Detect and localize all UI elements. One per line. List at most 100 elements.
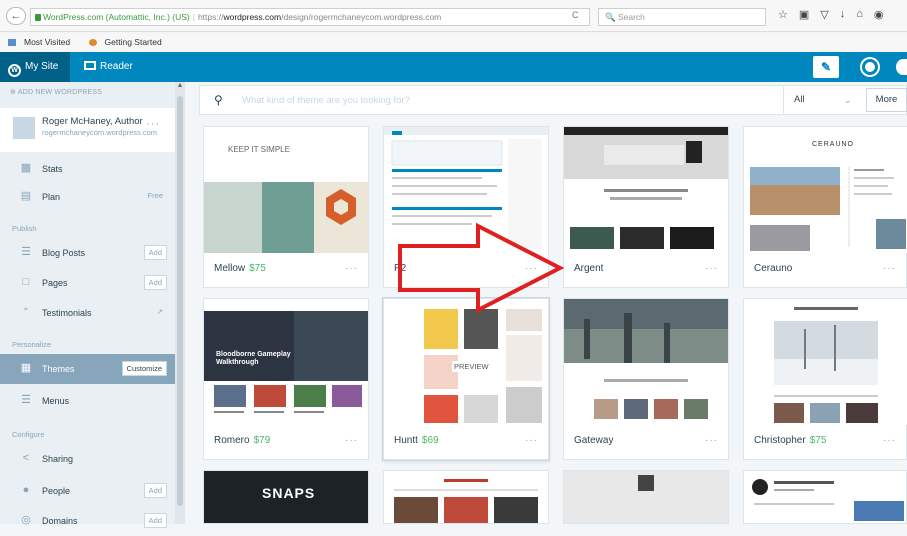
theme-screenshot[interactable]: Bloodborne Gameplay Walkthrough: [204, 299, 368, 425]
site-url: rogermchaneycom.wordpress.com: [42, 128, 158, 137]
download-icon[interactable]: ↓: [840, 8, 846, 21]
plan-badge: Free: [147, 191, 163, 200]
theme-card-christopher[interactable]: Christopher $75 ···: [743, 298, 907, 460]
theme-screenshot[interactable]: [564, 127, 728, 253]
scroll-up-icon[interactable]: ▲: [175, 82, 185, 89]
theme-card-row3-2[interactable]: [383, 470, 549, 524]
customize-button[interactable]: Customize: [121, 361, 167, 376]
p2-preview: [384, 127, 548, 253]
url-host: wordpress.com: [223, 12, 282, 22]
browser-toolbar: ← WordPress.com (Automattic, Inc.) (US) |…: [0, 0, 907, 32]
reload-icon[interactable]: C: [572, 10, 579, 20]
gateway-preview: [564, 299, 728, 425]
theme-card-gateway[interactable]: Gateway ···: [563, 298, 729, 460]
theme-screenshot[interactable]: KEEP IT SIMPLE: [204, 127, 368, 253]
add-people-button[interactable]: Add: [143, 483, 167, 498]
theme-card-row3-4[interactable]: [743, 470, 907, 524]
pocket-icon[interactable]: ▽: [820, 8, 828, 21]
reader-tab[interactable]: Reader: [76, 52, 141, 82]
sidebar-item-pages[interactable]: □ Pages Add: [0, 268, 175, 298]
home-icon[interactable]: ⌂: [856, 8, 863, 21]
bookmark-most-visited[interactable]: Most Visited: [8, 37, 78, 47]
theme-screenshot[interactable]: [384, 127, 548, 253]
domains-icon: ◎: [21, 514, 31, 526]
theme-more-icon[interactable]: ···: [705, 263, 718, 274]
site-identity: WordPress.com (Automattic, Inc.) (US): [43, 12, 190, 22]
theme-card-snaps[interactable]: SNAPS: [203, 470, 369, 524]
theme-price: $75: [809, 435, 827, 446]
sidebar-scrollbar[interactable]: ▲: [175, 82, 185, 524]
url-path: /design/rogermchaneycom.wordpress.com: [281, 12, 442, 22]
reader-icon: [84, 61, 96, 70]
reading-list-icon[interactable]: ▣: [799, 8, 809, 21]
more-button[interactable]: More: [866, 88, 907, 112]
sidebar-item-domains[interactable]: ◎ Domains Add: [0, 506, 175, 536]
sidebar-item-testimonials[interactable]: “ Testimonials ↗: [0, 298, 175, 328]
scroll-thumb[interactable]: [177, 96, 183, 506]
menus-icon: ☰: [21, 394, 31, 406]
posts-icon: ☰: [21, 246, 31, 258]
chevron-down-icon: ⌄: [844, 95, 852, 105]
theme-more-icon[interactable]: ···: [525, 435, 538, 446]
write-post-button[interactable]: ✎: [813, 56, 839, 78]
site-title: Roger McHaney, Author: [42, 116, 143, 127]
sidebar-heading-personalize: Personalize: [12, 340, 52, 349]
christopher-preview: [744, 299, 907, 425]
add-new-site-link[interactable]: ⊕ ADD NEW WORDPRESS: [10, 88, 102, 96]
search-icon: ⚲: [214, 93, 223, 107]
theme-name: Huntt: [394, 435, 418, 446]
sidebar-item-plan[interactable]: ▤ Plan Free: [0, 182, 175, 212]
theme-screenshot[interactable]: [564, 299, 728, 425]
add-page-button[interactable]: Add: [143, 275, 167, 290]
theme-card-mellow[interactable]: KEEP IT SIMPLE Mellow $75 ···: [203, 126, 369, 288]
theme-card-romero[interactable]: Bloodborne Gameplay Walkthrough Romero $7…: [203, 298, 369, 460]
theme-card-huntt[interactable]: PREVIEW Huntt $69 ···: [383, 298, 549, 460]
theme-card-cerauno[interactable]: CERAUNO Cerauno ···: [743, 126, 907, 288]
my-site-tab[interactable]: W My Site: [0, 52, 70, 82]
user-avatar[interactable]: [862, 59, 878, 75]
theme-more-icon[interactable]: ···: [525, 263, 538, 274]
theme-card-p2[interactable]: P2 ···: [383, 126, 549, 288]
theme-card-row3-3[interactable]: [563, 470, 729, 524]
browser-search-input[interactable]: 🔍 Search: [598, 8, 766, 26]
theme-more-icon[interactable]: ···: [883, 435, 896, 446]
firefox-icon: [88, 39, 97, 46]
sidebar-item-stats[interactable]: ▩ Stats: [0, 154, 175, 184]
sidebar: ⊕ ADD NEW WORDPRESS Roger McHaney, Autho…: [0, 82, 185, 528]
add-domain-button[interactable]: Add: [143, 513, 167, 528]
add-post-button[interactable]: Add: [143, 245, 167, 260]
theme-filter-select[interactable]: All ⌄: [783, 85, 863, 115]
notifications-icon[interactable]: [896, 59, 907, 75]
preview-label[interactable]: PREVIEW: [452, 361, 491, 372]
theme-card-argent[interactable]: Argent ···: [563, 126, 729, 288]
back-button[interactable]: ←: [6, 7, 26, 25]
sidebar-item-people[interactable]: ● People Add: [0, 476, 175, 506]
theme-more-icon[interactable]: ···: [345, 435, 358, 446]
lock-icon: [35, 14, 41, 21]
theme-price: $75: [249, 263, 266, 274]
theme-name: Romero: [214, 435, 250, 446]
theme-screenshot[interactable]: CERAUNO: [744, 127, 907, 253]
theme-screenshot[interactable]: PREVIEW: [384, 299, 548, 425]
sidebar-item-blog-posts[interactable]: ☰ Blog Posts Add: [0, 238, 175, 268]
address-bar[interactable]: WordPress.com (Automattic, Inc.) (US) | ht…: [30, 8, 590, 26]
current-site-card[interactable]: Roger McHaney, Author rogermchaneycom.wo…: [0, 108, 175, 152]
site-more-icon[interactable]: ···: [146, 118, 160, 130]
theme-more-icon[interactable]: ···: [705, 435, 718, 446]
theme-screenshot[interactable]: [744, 299, 907, 425]
mellow-tagline: KEEP IT SIMPLE: [228, 145, 290, 154]
theme-preview: [384, 471, 548, 523]
sidebar-item-themes[interactable]: ▦ Themes Customize: [0, 354, 175, 384]
sidebar-item-menus[interactable]: ☰ Menus: [0, 386, 175, 416]
theme-more-icon[interactable]: ···: [883, 263, 896, 274]
theme-preview: [744, 471, 906, 523]
bookmark-getting-started[interactable]: Getting Started: [88, 37, 170, 47]
theme-name: Cerauno: [754, 263, 793, 274]
theme-more-icon[interactable]: ···: [345, 263, 358, 274]
theme-name: Argent: [574, 263, 604, 274]
bookmark-star-icon[interactable]: ☆: [778, 8, 788, 21]
external-link-icon[interactable]: ↗: [153, 305, 167, 318]
sidebar-item-sharing[interactable]: < Sharing: [0, 444, 175, 474]
extension-icon[interactable]: ◉: [874, 8, 884, 21]
theme-search-input[interactable]: What kind of theme are you looking for?: [242, 95, 410, 106]
